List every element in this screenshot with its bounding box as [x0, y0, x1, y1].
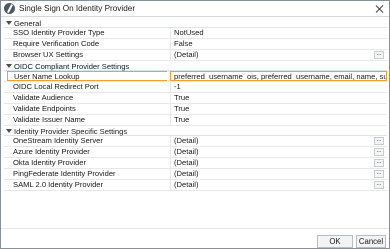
section-header[interactable]: General: [4, 18, 387, 28]
property-name: SSO Identity Provider Type: [13, 28, 105, 37]
dialog-title: Single Sign On Identity Provider: [19, 4, 136, 13]
cancel-button[interactable]: Cancel: [356, 235, 386, 248]
property-value[interactable]: (Detail): [170, 147, 387, 157]
section-header[interactable]: Identity Provider Specific Settings: [4, 126, 387, 136]
section-header[interactable]: OIDC Compliant Provider Settings: [4, 61, 387, 71]
property-name: Validate Endpoints: [13, 104, 76, 113]
collapse-caret-icon[interactable]: [6, 129, 12, 133]
section-label: Identity Provider Specific Settings: [14, 127, 128, 136]
sso-identity-provider-dialog: Single Sign On Identity Provider General…: [0, 0, 390, 249]
property-row[interactable]: Browser UX Settings (Detail)...: [4, 50, 387, 61]
property-row[interactable]: SAML 2.0 Identity Provider (Detail)...: [4, 180, 387, 191]
property-row[interactable]: Okta Identity Provider (Detail)...: [4, 158, 387, 169]
property-name: SAML 2.0 Identity Provider: [13, 180, 104, 189]
property-name: Require Verification Code: [13, 39, 100, 48]
app-logo-icon: [4, 3, 15, 14]
ellipsis-button[interactable]: ...: [374, 148, 384, 156]
collapse-caret-icon[interactable]: [6, 21, 12, 25]
property-name: OneStream Identity Server: [13, 136, 103, 145]
ellipsis-button[interactable]: ...: [374, 137, 384, 145]
ok-button[interactable]: OK: [317, 235, 353, 248]
property-name: User Name Lookup: [7, 71, 167, 81]
property-name: Okta Identity Provider: [13, 158, 87, 167]
property-row[interactable]: Azure Identity Provider (Detail)...: [4, 147, 387, 158]
property-row[interactable]: SSO Identity Provider Type NotUsed: [4, 28, 387, 39]
property-row[interactable]: OneStream Identity Server (Detail)...: [4, 136, 387, 147]
property-name: Browser UX Settings: [13, 50, 84, 59]
ellipsis-button[interactable]: ...: [374, 51, 384, 59]
property-value[interactable]: (Detail): [170, 169, 387, 179]
property-name: PingFederate Identity Provider: [13, 169, 116, 178]
title-bar: Single Sign On Identity Provider: [1, 1, 389, 17]
property-value[interactable]: True: [170, 115, 387, 125]
property-value[interactable]: (Detail): [170, 136, 387, 146]
property-row[interactable]: Validate Endpoints True: [4, 104, 387, 115]
property-row[interactable]: Validate Issuer Name True: [4, 115, 387, 126]
property-name: Validate Audience: [13, 93, 74, 102]
property-value[interactable]: (Detail): [170, 50, 387, 60]
property-value[interactable]: (Detail): [170, 180, 387, 190]
property-name: Azure Identity Provider: [13, 147, 90, 156]
property-value-input[interactable]: preferred_username_ois, preferred_userna…: [170, 71, 387, 81]
property-value[interactable]: NotUsed: [170, 28, 387, 38]
ellipsis-button[interactable]: ...: [374, 181, 384, 189]
property-grid: General SSO Identity Provider Type NotUsed…: [4, 18, 387, 191]
section-label: General: [14, 19, 42, 28]
dialog-footer: OK Cancel: [1, 228, 389, 248]
property-value[interactable]: False: [170, 39, 387, 49]
property-value[interactable]: True: [170, 93, 387, 103]
ellipsis-button[interactable]: ...: [374, 159, 384, 167]
close-icon[interactable]: [373, 3, 385, 15]
property-row[interactable]: Validate Audience True: [4, 93, 387, 104]
property-row[interactable]: PingFederate Identity Provider (Detail)..…: [4, 169, 387, 180]
section-label: OIDC Compliant Provider Settings: [14, 62, 130, 71]
property-row[interactable]: User Name Lookup preferred_username_ois, …: [4, 71, 387, 82]
property-name: OIDC Local Redirect Port: [13, 82, 99, 91]
collapse-caret-icon[interactable]: [6, 64, 12, 68]
property-row[interactable]: Require Verification Code False: [4, 39, 387, 50]
property-value[interactable]: (Detail): [170, 158, 387, 168]
property-value[interactable]: True: [170, 104, 387, 114]
ellipsis-button[interactable]: ...: [374, 170, 384, 178]
property-value[interactable]: -1: [170, 82, 387, 92]
property-name: Validate Issuer Name: [13, 115, 86, 124]
property-row[interactable]: OIDC Local Redirect Port -1: [4, 82, 387, 93]
